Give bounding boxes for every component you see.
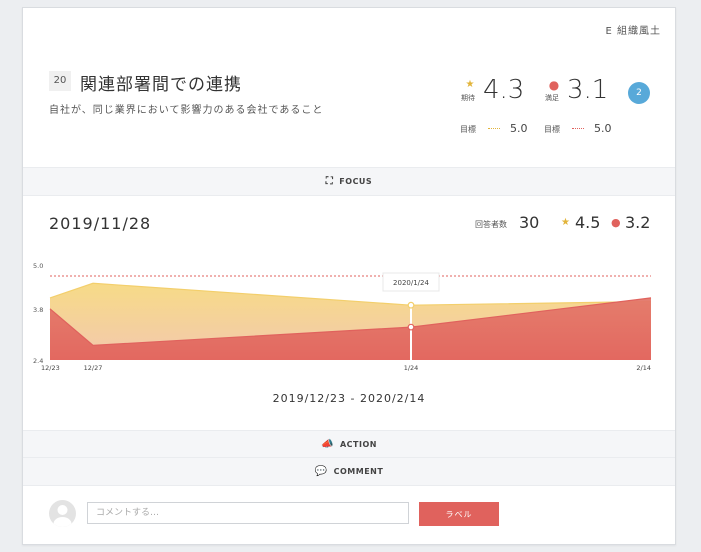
megaphone-icon: 📣 [321, 439, 334, 450]
dot-icon: ● [611, 216, 621, 229]
star-icon: ★ [561, 217, 570, 228]
comment-input[interactable] [87, 502, 409, 524]
count-badge[interactable]: 2 [628, 82, 650, 104]
x-tick-label: 2/14 [636, 364, 651, 372]
focus-icon: ⛶ [325, 176, 334, 187]
expectation-goal-line-icon [488, 128, 500, 129]
tooltip-label: 2020/1/24 [393, 279, 429, 287]
satisfaction-goal: 目標 5.0 [544, 122, 612, 135]
comment-section-header[interactable]: 💬 COMMENT [23, 457, 675, 486]
expectation-value: 4.3 [483, 75, 525, 105]
x-tick-label: 12/23 [41, 364, 60, 372]
expectation-goal-label: 目標 [460, 125, 476, 134]
star-icon: ★ [465, 79, 475, 90]
hover-point [407, 323, 415, 331]
label-button[interactable]: ラベル [419, 502, 499, 526]
expectation-goal-value: 5.0 [510, 122, 528, 135]
dot-icon: ● [548, 78, 560, 92]
y-tick-label: 3.8 [33, 306, 43, 314]
expectation-label: 期待 [461, 94, 475, 102]
x-tick-label: 1/24 [404, 364, 419, 372]
date-range: 2019/12/23 - 2020/2/14 [272, 392, 426, 405]
action-label: ACTION [339, 440, 377, 449]
satisfaction-goal-value: 5.0 [594, 122, 612, 135]
hover-point [407, 301, 415, 309]
action-section-header[interactable]: 📣 ACTION [23, 430, 675, 459]
category-label: E 組織風土 [605, 26, 661, 37]
snapshot-date: 2019/11/28 [49, 214, 152, 233]
respondents-label: 回答者数 [475, 220, 507, 229]
expectation-goal: 目標 5.0 [460, 122, 528, 135]
satisfaction-goal-label: 目標 [544, 125, 560, 134]
respondents-count: 30 [519, 213, 540, 232]
x-tick-label: 12/27 [84, 364, 103, 372]
item-card: E 組織風土 20 関連部署間での連携 自社が、同じ業界において影響力のある会社… [22, 7, 676, 545]
satisfaction-label: 満足 [545, 94, 559, 102]
focus-section-header[interactable]: ⛶ FOCUS [23, 167, 675, 196]
trend-chart[interactable]: 5.03.82.42020/1/2412/23 12/27 1/24 2/14 [31, 253, 671, 378]
user-icon [53, 505, 72, 527]
item-number: 20 [49, 71, 71, 91]
satisfaction-goal-line-icon [572, 128, 584, 129]
comment-icon: 💬 [314, 466, 328, 477]
item-description: 自社が、同じ業界において影響力のある会社であること [49, 105, 324, 116]
y-tick-label: 5.0 [33, 262, 43, 270]
comment-label: COMMENT [333, 467, 384, 476]
summary-satisfaction: 3.2 [625, 213, 651, 232]
satisfaction-value: 3.1 [567, 75, 609, 105]
avatar [49, 500, 76, 527]
summary-expectation: 4.5 [575, 213, 601, 232]
item-title: 関連部署間での連携 [80, 75, 242, 95]
focus-label: FOCUS [339, 177, 373, 186]
